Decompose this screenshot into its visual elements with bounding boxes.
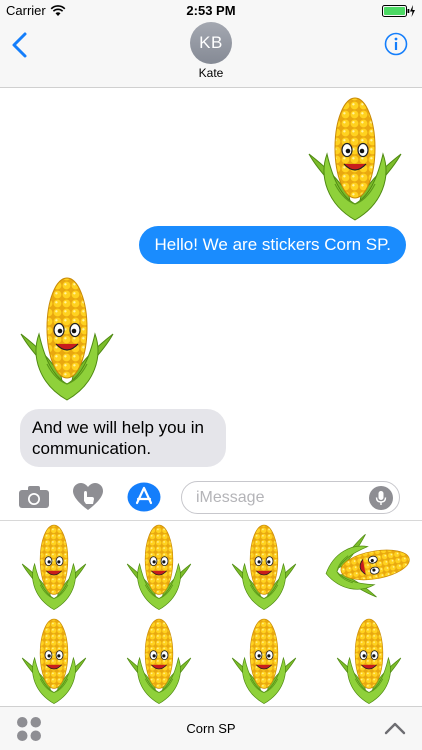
status-time: 2:53 PM xyxy=(186,3,236,18)
message-input[interactable]: iMessage xyxy=(181,481,400,514)
sticker-message-outgoing[interactable] xyxy=(300,92,410,222)
sticker-drawer xyxy=(0,520,422,706)
sticker-cell[interactable] xyxy=(114,521,204,611)
microphone-icon[interactable] xyxy=(369,486,393,510)
sticker-message-incoming[interactable] xyxy=(12,272,122,402)
info-icon[interactable] xyxy=(384,32,408,56)
expand-chevron-icon[interactable] xyxy=(384,720,406,736)
app-store-icon[interactable] xyxy=(127,482,161,512)
sticker-cell[interactable] xyxy=(9,521,99,611)
sticker-cell[interactable] xyxy=(114,615,204,705)
incoming-message-bubble[interactable]: And we will help you in communication. xyxy=(20,409,226,467)
status-bar: Carrier 2:53 PM xyxy=(0,0,422,22)
contact-name[interactable]: Kate xyxy=(0,66,422,80)
sticker-cell[interactable] xyxy=(219,521,309,611)
back-chevron-icon[interactable] xyxy=(8,30,32,60)
compose-bar: iMessage xyxy=(0,474,422,520)
outgoing-message-bubble[interactable]: Hello! We are stickers Corn SP. xyxy=(139,226,406,264)
sticker-cell[interactable] xyxy=(317,514,421,618)
message-placeholder: iMessage xyxy=(196,489,265,506)
app-bottom-bar: Corn SP xyxy=(0,706,422,750)
app-name-label: Corn SP xyxy=(186,721,236,736)
sticker-cell[interactable] xyxy=(9,615,99,705)
sticker-cell[interactable] xyxy=(324,615,414,705)
digital-touch-heart-icon[interactable] xyxy=(72,483,104,511)
contact-avatar[interactable]: KB xyxy=(190,22,232,64)
sticker-cell[interactable] xyxy=(219,615,309,705)
battery-icon xyxy=(382,5,416,17)
camera-icon[interactable] xyxy=(18,485,50,509)
